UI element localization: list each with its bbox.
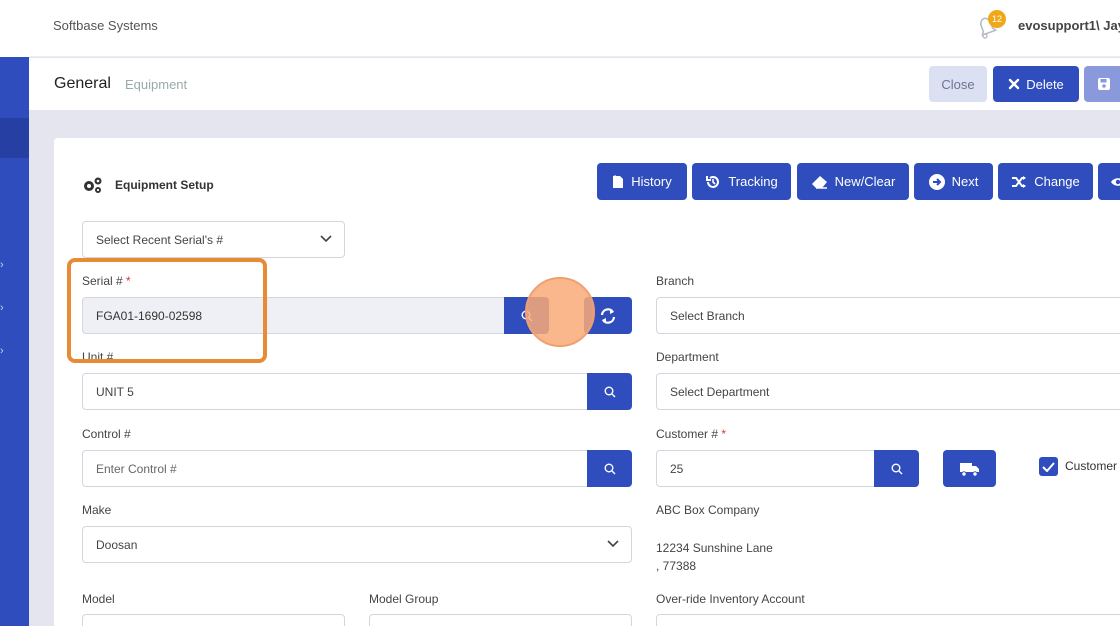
customer-address-line1: 12234 Sunshine Lane <box>656 541 773 555</box>
tracking-label: Tracking <box>728 174 778 189</box>
unit-value: UNIT 5 <box>96 384 134 399</box>
model-group-select[interactable] <box>369 614 632 626</box>
customer-truck-button[interactable] <box>943 450 996 487</box>
department-label: Department <box>656 350 719 364</box>
shuffle-icon <box>1012 175 1027 188</box>
override-inventory-label: Over-ride Inventory Account <box>656 592 805 606</box>
checkmark-icon <box>1042 461 1055 472</box>
user-name[interactable]: evosupport1\ Jayc <box>1018 18 1120 33</box>
make-label: Make <box>82 503 112 517</box>
customer-search-button[interactable] <box>874 450 919 487</box>
eraser-icon <box>811 175 827 189</box>
control-label: Control # <box>82 427 131 441</box>
model-label: Model <box>82 592 115 606</box>
branch-label: Branch <box>656 274 695 288</box>
customer-name: ABC Box Company <box>656 503 760 517</box>
chevron-right-icon[interactable]: › <box>0 345 10 357</box>
click-indicator <box>525 277 595 347</box>
search-icon <box>604 386 615 397</box>
brand-name: Softbase Systems <box>53 18 158 33</box>
page-subtitle: Equipment <box>125 77 188 92</box>
control-placeholder: Enter Control # <box>96 461 177 476</box>
sidebar-active-item[interactable] <box>0 118 29 158</box>
department-placeholder: Select Department <box>670 384 770 399</box>
customer-label: Customer # * <box>656 427 727 441</box>
make-value: Doosan <box>96 537 138 552</box>
history-label: History <box>631 174 672 189</box>
customer-input[interactable]: 25 <box>656 450 882 487</box>
override-inventory-select[interactable] <box>656 614 1120 626</box>
chevron-right-icon[interactable]: › <box>0 259 10 271</box>
new-clear-label: New/Clear <box>834 174 896 189</box>
recent-serial-placeholder: Select Recent Serial's # <box>96 232 224 247</box>
delete-label: Delete <box>1026 76 1064 92</box>
eye-icon <box>1111 177 1120 186</box>
chevron-right-icon[interactable]: › <box>0 302 10 314</box>
delete-button[interactable]: Delete <box>993 66 1079 102</box>
page-title: General <box>54 75 111 92</box>
change-label: Change <box>1034 174 1080 189</box>
unit-input[interactable]: UNIT 5 <box>82 373 594 410</box>
save-button[interactable] <box>1084 66 1120 102</box>
customer-address-line2: , 77388 <box>656 559 697 573</box>
model-group-label: Model Group <box>369 592 439 606</box>
floppy-icon <box>1098 78 1110 90</box>
document-icon <box>613 174 624 188</box>
make-select[interactable]: Doosan <box>82 526 632 563</box>
control-input[interactable]: Enter Control # <box>82 450 594 487</box>
section-title: Equipment Setup <box>115 178 214 192</box>
view-button[interactable] <box>1098 163 1120 200</box>
new-clear-button[interactable]: New/Clear <box>797 163 909 200</box>
department-select[interactable]: Select Department <box>656 373 1120 410</box>
next-button[interactable]: Next <box>914 163 993 200</box>
history-button[interactable]: History <box>597 163 687 200</box>
highlight-box <box>67 258 267 363</box>
truck-icon <box>959 462 979 477</box>
chevron-down-icon <box>607 540 619 548</box>
gears-icon <box>84 177 102 193</box>
close-button[interactable]: Close <box>929 66 987 102</box>
search-icon <box>604 463 615 474</box>
top-header: Softbase Systems 12 evosupport1\ Jayc <box>29 0 1120 57</box>
page-titlebar: General Equipment Close Delete <box>29 58 1120 110</box>
branch-select[interactable]: Select Branch <box>656 297 1120 334</box>
rail-top <box>0 0 29 57</box>
arrow-right-circle-icon <box>928 173 945 190</box>
branch-placeholder: Select Branch <box>670 308 745 323</box>
close-x-icon <box>1009 78 1020 90</box>
search-icon <box>891 463 902 474</box>
customer-checkbox[interactable] <box>1039 457 1058 476</box>
customer-value: 25 <box>670 461 684 476</box>
model-select[interactable] <box>82 614 345 626</box>
unit-search-button[interactable] <box>587 373 632 410</box>
chevron-down-icon <box>320 235 332 243</box>
control-search-button[interactable] <box>587 450 632 487</box>
tracking-button[interactable]: Tracking <box>692 163 791 200</box>
refresh-icon <box>600 307 616 324</box>
next-label: Next <box>951 174 979 189</box>
history-clock-icon <box>706 175 720 188</box>
recent-serial-select[interactable]: Select Recent Serial's # <box>82 221 345 258</box>
notification-badge: 12 <box>988 10 1006 28</box>
change-button[interactable]: Change <box>998 163 1093 200</box>
customer-checkbox-label: Customer <box>1065 459 1118 473</box>
